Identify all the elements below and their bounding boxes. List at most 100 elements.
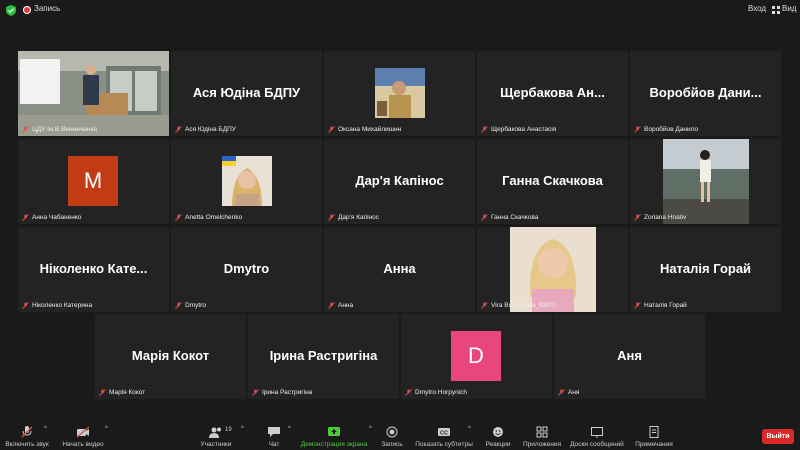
mic-muted-icon <box>481 126 488 133</box>
view-button[interactable]: Вид <box>782 4 796 13</box>
recording-icon <box>23 6 31 14</box>
video-tile[interactable]: ЦДУ ім.В.Винниченка <box>18 51 169 136</box>
video-off-icon <box>76 426 90 438</box>
tile-label: Щербакова Анастасія <box>481 126 556 133</box>
avatar: D <box>451 331 501 381</box>
recording-label: Запись <box>34 4 61 13</box>
participants-options-caret[interactable]: ^ <box>241 426 244 432</box>
participant-photo <box>222 156 272 206</box>
participant-name: Dmytro <box>223 261 270 276</box>
grid-view-icon[interactable] <box>772 6 780 14</box>
tile-label: Zoriana Hnativ <box>634 214 686 221</box>
tile-label: Dmytro Horpynich <box>405 389 467 396</box>
reactions-icon <box>493 427 503 437</box>
participant-photo <box>375 68 425 118</box>
enter-button[interactable]: Вход <box>748 4 766 13</box>
start-video-button[interactable]: Начать видео <box>60 420 106 450</box>
tile-label: Воробйов Данило <box>634 126 698 133</box>
participant-name: Ганна Скачкова <box>502 173 603 188</box>
video-tile[interactable]: Dmytro Dmytro <box>171 227 322 312</box>
participant-name: Ірина Растригіна <box>269 348 378 363</box>
participants-button[interactable]: Участники <box>198 420 234 450</box>
tile-label: ЦДУ ім.В.Винниченка <box>22 126 97 133</box>
tile-label: Оксана Михайлишин <box>328 126 401 133</box>
mic-muted-icon <box>634 214 641 221</box>
record-icon <box>386 426 398 438</box>
video-tile[interactable]: Ганна Скачкова Ганна Скачкова <box>477 139 628 224</box>
notes-button[interactable]: Примечания <box>632 420 676 450</box>
apps-button[interactable]: Приложения <box>520 420 564 450</box>
share-screen-button[interactable]: Демонстрация экрана <box>300 420 368 450</box>
unmute-button[interactable]: Включить звук <box>4 420 50 450</box>
participant-name: Воробйов Дани... <box>649 85 762 100</box>
leave-button[interactable]: Выйти <box>762 429 794 444</box>
participant-photo <box>510 227 596 312</box>
participant-name: Щербакова Ан... <box>500 85 605 100</box>
video-tile[interactable]: Щербакова Ан... Щербакова Анастасія <box>477 51 628 136</box>
mic-muted-icon <box>481 214 488 221</box>
svg-text:CC: CC <box>440 431 448 437</box>
mic-muted-icon <box>634 126 641 133</box>
notes-icon <box>649 426 659 438</box>
video-tile[interactable]: Ірина Растригіна Ірина Растригіна <box>248 314 399 399</box>
audio-options-caret[interactable]: ^ <box>44 426 47 432</box>
avatar: M <box>68 156 118 206</box>
participant-name: Наталія Горай <box>659 261 752 276</box>
participant-video <box>18 51 169 136</box>
apps-icon <box>536 426 548 438</box>
video-tile[interactable]: Наталія Горай Наталія Горай <box>630 227 781 312</box>
video-tile[interactable]: Ася Юдіна БДПУ Ася Юдіна БДПУ <box>171 51 322 136</box>
video-options-caret[interactable]: ^ <box>105 426 108 432</box>
chat-icon <box>268 427 280 437</box>
record-button[interactable]: Запись <box>378 420 406 450</box>
mic-muted-icon <box>99 389 106 396</box>
mic-muted-icon <box>252 389 259 396</box>
share-options-caret[interactable]: ^ <box>369 426 372 432</box>
mic-muted-icon <box>175 126 182 133</box>
mic-muted-icon <box>22 214 29 221</box>
mic-muted-icon <box>405 389 412 396</box>
show-subtitles-button[interactable]: CC Показать субтитры <box>414 420 474 450</box>
video-tile[interactable]: Ніколенко Кате... Ніколенко Катерина <box>18 227 169 312</box>
video-tile[interactable]: D Dmytro Horpynich <box>401 314 552 399</box>
participant-name: Дар'я Капінос <box>355 173 444 188</box>
chat-options-caret[interactable]: ^ <box>288 426 291 432</box>
video-tile[interactable]: Марія Кокот Марія Кокот <box>95 314 246 399</box>
video-tile[interactable]: Дар'я Капінос Дар'я Капінос <box>324 139 475 224</box>
chat-button[interactable]: Чат <box>262 420 286 450</box>
mic-muted-icon <box>328 302 335 309</box>
mic-muted-icon <box>21 426 33 438</box>
video-tile[interactable]: M Анна Чабаненко <box>18 139 169 224</box>
reactions-button[interactable]: Реакции <box>483 420 513 450</box>
tile-label: Анна Чабаненко <box>22 214 81 221</box>
participants-icon <box>209 427 221 438</box>
participant-name: Аня <box>617 348 642 363</box>
cc-icon: CC <box>438 428 450 437</box>
video-tile[interactable]: Оксана Михайлишин <box>324 51 475 136</box>
participants-count: 19 <box>225 427 232 433</box>
mic-muted-icon <box>175 214 182 221</box>
video-tile[interactable]: Анна Анна <box>324 227 475 312</box>
shield-icon[interactable] <box>6 5 16 16</box>
mic-muted-icon <box>634 302 641 309</box>
tile-label: Анна <box>328 302 353 309</box>
whiteboards-button[interactable]: Доски сообщений <box>568 420 626 450</box>
video-tile[interactable]: Аня Аня <box>554 314 705 399</box>
participant-name: Анна <box>383 261 416 276</box>
tile-label: Ірина Растригіна <box>252 389 312 396</box>
video-tile[interactable]: Zoriana Hnativ <box>630 139 781 224</box>
video-tile[interactable]: Anetta Omelchenko <box>171 139 322 224</box>
tile-label: Марія Кокот <box>99 389 145 396</box>
tile-label: Ганна Скачкова <box>481 214 538 221</box>
tile-label: Dmytro <box>175 302 206 309</box>
video-tile[interactable]: Воробйов Дани... Воробйов Данило <box>630 51 781 136</box>
mic-muted-icon <box>22 126 29 133</box>
video-tile[interactable]: Vira Burnazova_BSPU <box>477 227 628 312</box>
mic-muted-icon <box>481 302 488 309</box>
tile-label: Ася Юдіна БДПУ <box>175 126 236 133</box>
tile-label: Дар'я Капінос <box>328 214 379 221</box>
subtitles-options-caret[interactable]: ^ <box>468 426 471 432</box>
tile-label: Наталія Горай <box>634 302 687 309</box>
participant-photo <box>663 139 749 224</box>
participant-name: Ася Юдіна БДПУ <box>192 85 301 100</box>
